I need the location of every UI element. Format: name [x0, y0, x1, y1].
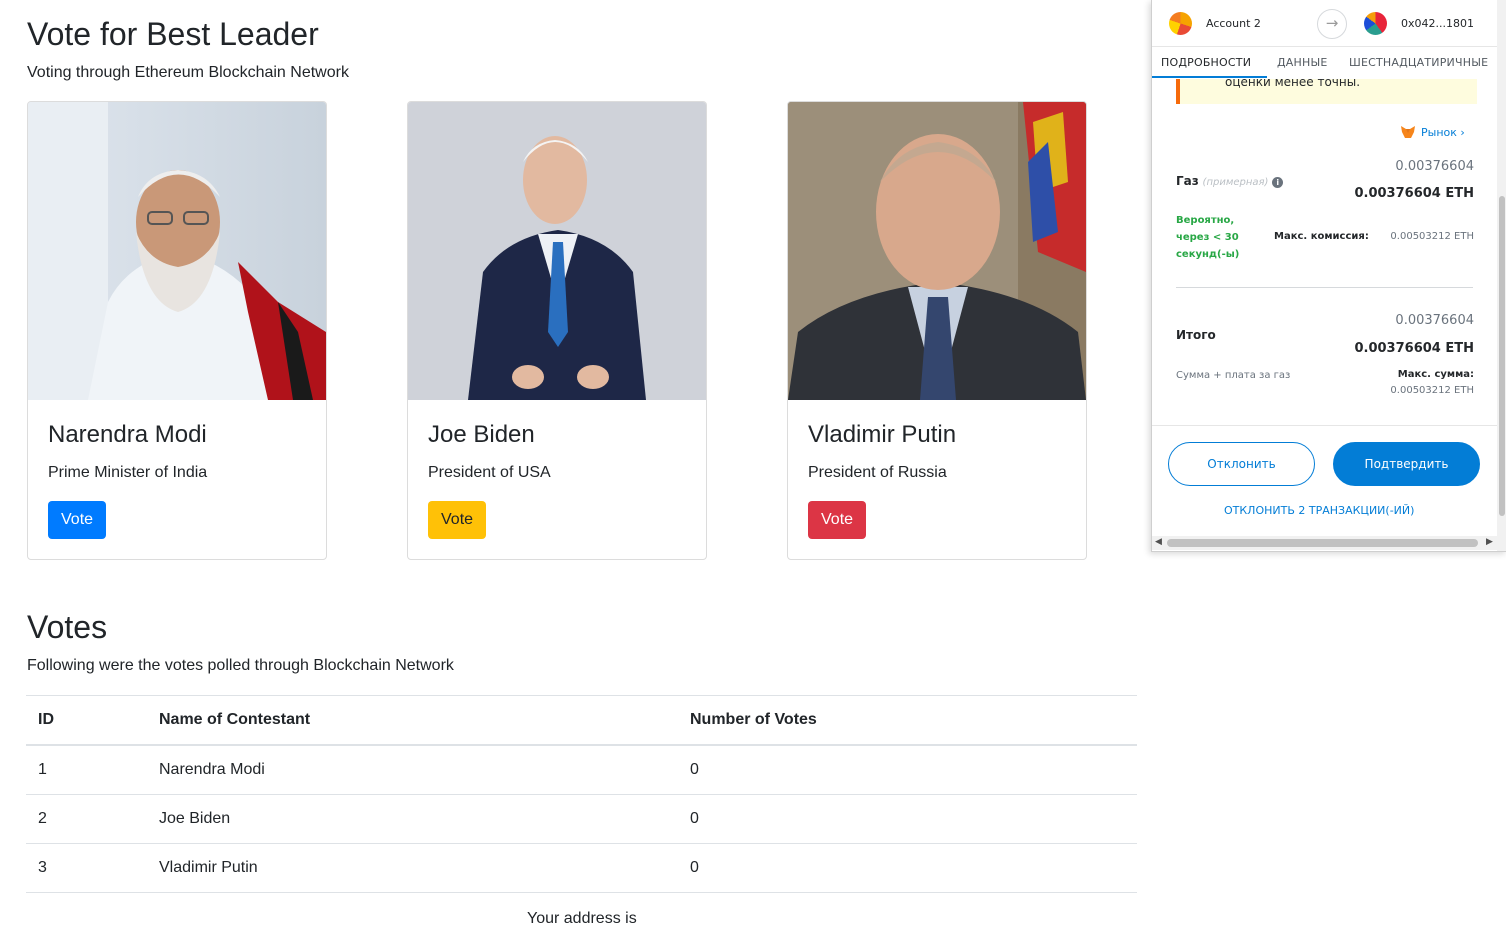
chevron-right-icon: ›	[1460, 126, 1465, 139]
candidate-photo	[408, 102, 706, 400]
total-value-eth: 0.00376604 ETH	[1354, 341, 1474, 356]
table-row: 1 Narendra Modi 0	[26, 745, 1137, 795]
likely-time: Вероятно, через < 30 секунд(-ы)	[1176, 215, 1240, 260]
metamask-header: Account 2 → 0x042...1801	[1152, 0, 1497, 47]
account-avatar-icon	[1169, 12, 1192, 35]
footer-divider	[1152, 425, 1497, 426]
cell-votes: 0	[678, 843, 1137, 893]
market-link-label: Рынок	[1421, 126, 1457, 139]
candidate-role: Prime Minister of India	[48, 464, 208, 481]
max-fee-value: 0.00503212 ETH	[1390, 231, 1474, 242]
column-header-name: Name of Contestant	[147, 695, 678, 746]
gas-value-eth: 0.00376604 ETH	[1354, 186, 1474, 201]
tab-hex[interactable]: ШЕСТНАДЦАТИРИЧНЫЕ	[1349, 56, 1488, 69]
gas-hint: (примерная)	[1202, 177, 1269, 188]
candidate-name: Vladimir Putin	[808, 421, 957, 448]
gas-label-row: Газ (примерная) i	[1176, 174, 1284, 188]
cell-id: 3	[26, 843, 147, 893]
vote-button-putin[interactable]: Vote	[808, 501, 867, 539]
arrow-right-icon: →	[1317, 9, 1347, 39]
gas-value: 0.00376604	[1395, 159, 1474, 174]
reject-all-link[interactable]: ОТКЛОНИТЬ 2 ТРАНЗАКЦИИ(-ИЙ)	[1224, 504, 1414, 517]
horizontal-scroll-thumb[interactable]	[1167, 539, 1478, 547]
cell-id: 2	[26, 794, 147, 844]
tab-data[interactable]: ДАННЫЕ	[1277, 56, 1328, 69]
market-link[interactable]: Рынок ›	[1421, 126, 1465, 139]
total-value: 0.00376604	[1395, 313, 1474, 328]
votes-table: ID Name of Contestant Number of Votes 1 …	[26, 695, 1137, 893]
table-row: 3 Vladimir Putin 0	[26, 843, 1137, 893]
candidate-card-modi: Narendra Modi Prime Minister of India Vo…	[27, 101, 327, 560]
cell-name: Narendra Modi	[147, 745, 678, 795]
recipient-avatar-icon	[1364, 12, 1387, 35]
vertical-scroll-thumb[interactable]	[1499, 196, 1505, 516]
cell-name: Joe Biden	[147, 794, 678, 844]
column-header-id: ID	[26, 695, 147, 746]
vote-button-biden[interactable]: Vote	[428, 501, 487, 539]
candidate-photo	[788, 102, 1086, 400]
estimate-warning: оценки менее точны.	[1176, 75, 1477, 104]
votes-subtitle: Following were the votes polled through …	[27, 657, 454, 674]
cell-votes: 0	[678, 794, 1137, 844]
max-sum-label: Макс. сумма:	[1397, 369, 1474, 380]
candidate-role: President of Russia	[808, 464, 947, 481]
cell-name: Vladimir Putin	[147, 843, 678, 893]
divider	[1176, 287, 1473, 288]
confirm-button[interactable]: Подтвердить	[1333, 442, 1480, 486]
scroll-right-icon[interactable]: ▶	[1486, 537, 1493, 547]
table-row: 2 Joe Biden 0	[26, 794, 1137, 844]
votes-title: Votes	[27, 609, 108, 645]
reject-button[interactable]: Отклонить	[1168, 442, 1315, 486]
metamask-popup: Account 2 → 0x042...1801 ПОДРОБНОСТИ ДАН…	[1151, 0, 1506, 552]
vertical-scrollbar[interactable]	[1497, 0, 1506, 551]
table-header-row: ID Name of Contestant Number of Votes	[26, 695, 1137, 746]
candidate-name: Narendra Modi	[48, 421, 207, 448]
gas-label: Газ	[1176, 174, 1199, 188]
vote-button-modi[interactable]: Vote	[48, 501, 107, 539]
scroll-left-icon[interactable]: ◀	[1155, 537, 1162, 547]
max-fee-label: Макс. комиссия:	[1274, 231, 1369, 242]
cell-id: 1	[26, 745, 147, 795]
tab-details[interactable]: ПОДРОБНОСТИ	[1161, 56, 1251, 69]
info-icon[interactable]: i	[1272, 177, 1284, 188]
address-text: Your address is	[527, 910, 637, 927]
candidate-photo	[28, 102, 326, 400]
page-title: Vote for Best Leader	[27, 16, 319, 52]
max-sum-value: 0.00503212 ETH	[1390, 385, 1474, 396]
cell-votes: 0	[678, 745, 1137, 795]
total-label: Итого	[1176, 328, 1216, 342]
horizontal-scrollbar[interactable]: ◀ ▶	[1152, 536, 1497, 550]
candidate-role: President of USA	[428, 464, 551, 481]
sum-label: Сумма + плата за газ	[1176, 370, 1291, 381]
candidate-card-biden: Joe Biden President of USA Vote	[407, 101, 707, 560]
column-header-votes: Number of Votes	[678, 695, 1137, 746]
account-name[interactable]: Account 2	[1206, 17, 1261, 30]
warning-text: оценки менее точны.	[1225, 75, 1361, 89]
candidate-card-putin: Vladimir Putin President of Russia Vote	[787, 101, 1087, 560]
page-subtitle: Voting through Ethereum Blockchain Netwo…	[27, 64, 349, 81]
recipient-address[interactable]: 0x042...1801	[1401, 17, 1474, 30]
fox-icon	[1401, 126, 1415, 138]
candidate-name: Joe Biden	[428, 421, 535, 448]
